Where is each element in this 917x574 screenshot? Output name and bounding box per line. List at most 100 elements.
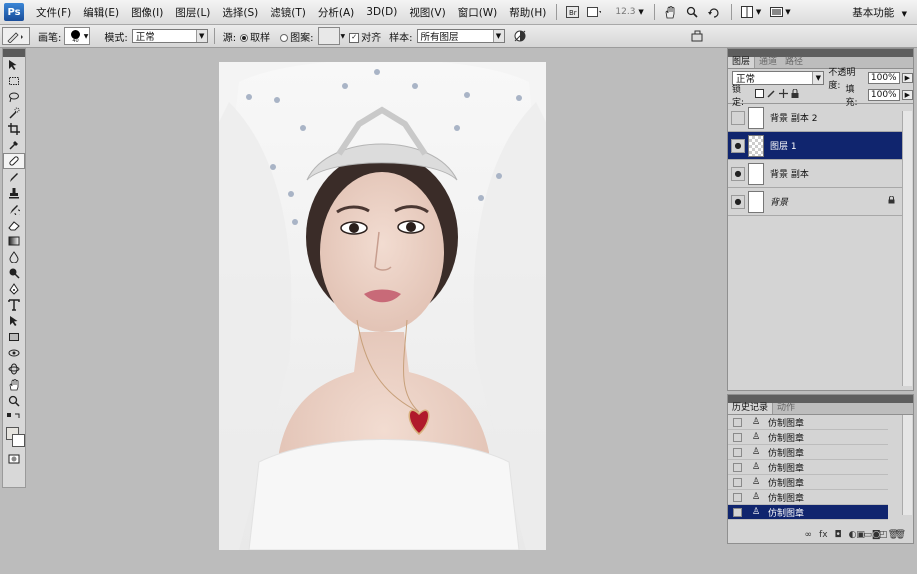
type-tool-icon[interactable] (3, 297, 25, 313)
rotate-view-icon[interactable] (707, 5, 721, 19)
pressure-size-icon[interactable] (691, 29, 705, 43)
menu-edit[interactable]: 编辑(E) (83, 5, 119, 20)
eyedropper-tool-icon[interactable] (3, 137, 25, 153)
menu-window[interactable]: 窗口(W) (458, 5, 498, 20)
history-source-box[interactable] (733, 432, 742, 442)
color-swatches[interactable] (3, 425, 25, 451)
clone-stamp-tool-icon[interactable] (3, 185, 25, 201)
tab-history[interactable]: 历史记录 (728, 403, 774, 414)
play-right-icon[interactable]: ▶ (901, 73, 913, 83)
history-entry[interactable]: ♙ 仿制图章 (728, 415, 888, 430)
play-right-icon[interactable]: ▶ (901, 90, 913, 100)
chevron-down-icon[interactable]: ▼ (638, 8, 643, 16)
layer-row[interactable]: ● 背景 副本 (728, 160, 903, 188)
history-entry[interactable]: ♙ 仿制图章 (728, 505, 888, 520)
crop-tool-icon[interactable] (3, 121, 25, 137)
shape-tool-icon[interactable] (3, 329, 25, 345)
menu-select[interactable]: 选择(S) (222, 5, 258, 20)
tab-layers[interactable]: 图层 (728, 57, 756, 68)
layer-mask-icon[interactable]: ◘ (835, 530, 842, 540)
history-brush-tool-icon[interactable] (3, 201, 25, 217)
visibility-toggle[interactable] (731, 110, 745, 125)
3d-rotate-tool-icon[interactable] (3, 345, 25, 361)
eye-icon[interactable]: ● (731, 166, 745, 181)
trash-icon[interactable]: 🗑 (895, 530, 906, 540)
tab-paths[interactable]: 路径 (781, 57, 807, 68)
screen-mode-icon[interactable] (587, 5, 602, 19)
menu-analysis[interactable]: 分析(A) (318, 5, 354, 20)
eye-icon[interactable]: ● (731, 194, 745, 209)
source-pattern-radio[interactable]: 图案: (280, 29, 314, 44)
panel-header-bar[interactable] (728, 49, 913, 57)
menu-3d[interactable]: 3D(D) (366, 6, 397, 18)
history-entry[interactable]: ♙ 仿制图章 (728, 490, 888, 505)
eraser-tool-icon[interactable] (3, 217, 25, 233)
pen-tool-icon[interactable] (3, 281, 25, 297)
tab-channels[interactable]: 通道 (755, 57, 781, 68)
hand-tool-icon[interactable] (3, 377, 25, 393)
history-entry[interactable]: ♙ 仿制图章 (728, 460, 888, 475)
bridge-icon[interactable]: Br (565, 5, 579, 19)
blur-tool-icon[interactable] (3, 249, 25, 265)
history-entry[interactable]: ♙ 仿制图章 (728, 430, 888, 445)
document-canvas[interactable] (219, 62, 546, 550)
layer-row[interactable]: ● 图层 1 (728, 132, 903, 160)
menu-image[interactable]: 图像(I) (131, 5, 163, 20)
dodge-tool-icon[interactable] (3, 265, 25, 281)
opacity-input[interactable]: 100% (867, 72, 900, 84)
background-color-swatch[interactable] (12, 434, 25, 447)
swap-colors-icon[interactable] (3, 409, 25, 425)
adjustment-layer-icon[interactable]: ◐ (849, 530, 857, 540)
hand-tool-icon[interactable] (663, 5, 677, 19)
zoom-level[interactable]: 12.3 (615, 7, 635, 17)
3d-orbit-tool-icon[interactable] (3, 361, 25, 377)
arrange-documents-icon[interactable] (740, 5, 754, 19)
panel-header-bar[interactable] (728, 395, 913, 403)
workspace-switcher[interactable]: 基本功能 ▼ (852, 5, 907, 20)
history-source-box[interactable] (733, 462, 742, 472)
marquee-tool-icon[interactable] (3, 73, 25, 89)
chevron-down-icon[interactable]: ▼ (756, 8, 761, 16)
zoom-tool-icon[interactable] (3, 393, 25, 409)
path-selection-tool-icon[interactable] (3, 313, 25, 329)
history-source-box[interactable] (733, 417, 742, 427)
lock-transparent-icon[interactable] (755, 89, 765, 101)
chevron-down-icon[interactable]: ▼ (341, 33, 346, 40)
history-entry[interactable]: ♙ 仿制图章 (728, 475, 888, 490)
fill-input[interactable]: 100% (867, 89, 900, 101)
lock-image-icon[interactable] (767, 89, 776, 101)
layer-row[interactable]: ● 背景 (728, 188, 903, 216)
tool-preset-picker[interactable] (2, 27, 30, 45)
eye-icon[interactable]: ● (731, 138, 745, 153)
lock-all-icon[interactable] (791, 88, 799, 101)
quick-mask-icon[interactable] (3, 451, 25, 467)
aligned-checkbox[interactable]: ✓ 对齐 (349, 29, 381, 44)
source-sampled-radio[interactable]: 取样 (240, 29, 270, 44)
history-source-box[interactable] (733, 507, 742, 517)
menu-filter[interactable]: 滤镜(T) (270, 5, 306, 20)
menu-layer[interactable]: 图层(L) (175, 5, 210, 20)
lasso-tool-icon[interactable] (3, 89, 25, 105)
pattern-picker[interactable] (317, 27, 340, 45)
history-entry[interactable]: ♙ 仿制图章 (728, 445, 888, 460)
tab-actions[interactable]: 动作 (773, 403, 799, 414)
mode-select[interactable]: 正常 ▼ (131, 29, 208, 43)
history-source-box[interactable] (733, 477, 742, 487)
ignore-adjustment-layers-icon[interactable] (513, 29, 527, 43)
history-source-box[interactable] (733, 492, 742, 502)
move-tool-icon[interactable] (3, 57, 25, 73)
chevron-down-icon[interactable]: ▼ (785, 8, 790, 16)
layer-style-icon[interactable]: fx (819, 530, 828, 540)
quick-selection-tool-icon[interactable] (3, 105, 25, 121)
brush-picker[interactable]: 40 ▼ (64, 27, 91, 45)
layer-row[interactable]: 背景 副本 2 (728, 104, 903, 132)
history-scrollbar[interactable] (902, 415, 912, 515)
screen-layout-icon[interactable] (769, 5, 783, 19)
lock-position-icon[interactable] (779, 89, 789, 101)
healing-brush-tool-icon[interactable] (3, 153, 25, 169)
history-source-box[interactable] (733, 447, 742, 457)
menu-help[interactable]: 帮助(H) (509, 5, 546, 20)
link-layers-icon[interactable]: ∞ (805, 530, 813, 540)
layers-scrollbar[interactable] (902, 111, 912, 386)
menu-file[interactable]: 文件(F) (36, 5, 71, 20)
